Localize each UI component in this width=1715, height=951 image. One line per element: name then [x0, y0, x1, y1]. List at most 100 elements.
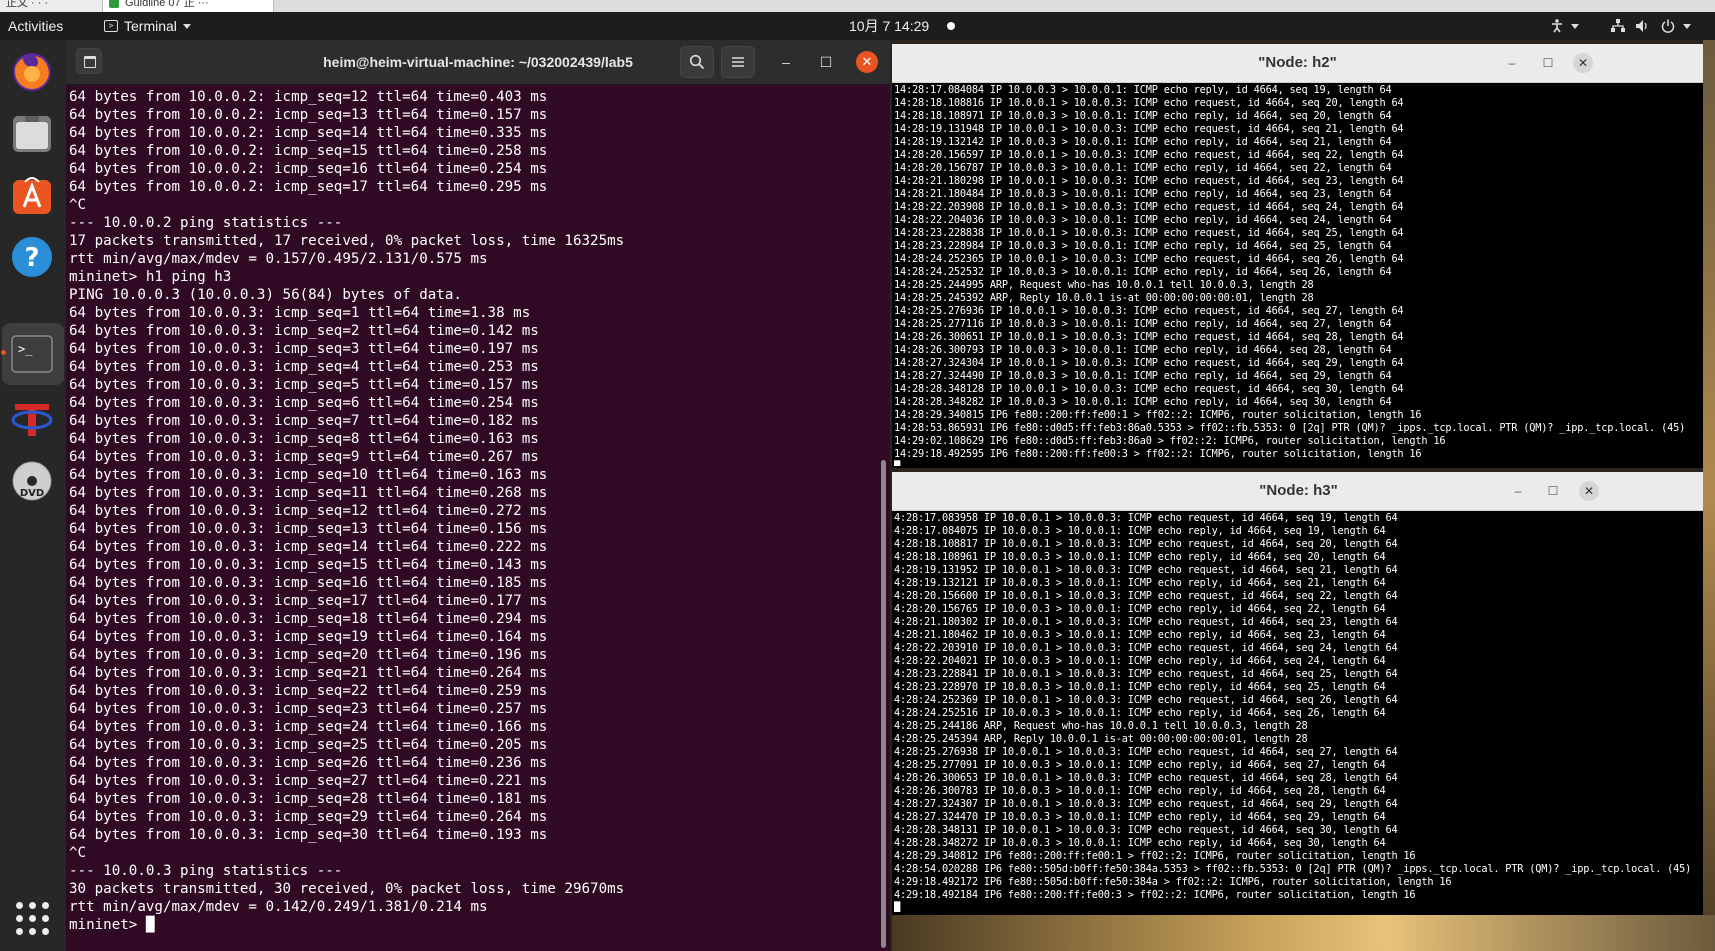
terminal-output[interactable]: 64 bytes from 10.0.0.2: icmp_seq=12 ttl=…: [69, 88, 877, 948]
terminal-line: 64 bytes from 10.0.0.3: icmp_seq=30 ttl=…: [69, 827, 548, 843]
terminal-icon[interactable]: >_: [9, 331, 55, 377]
terminal-line: 4:28:25.245394 ARP, Reply 10.0.0.1 is-at…: [894, 733, 1308, 745]
terminal-line: 4:28:25.244186 ARP, Request who-has 10.0…: [894, 720, 1308, 732]
terminal-line: 64 bytes from 10.0.0.3: icmp_seq=17 ttl=…: [69, 593, 548, 609]
terminal-line: --- 10.0.0.2 ping statistics ---: [69, 215, 343, 231]
maximize-button[interactable]: ☐: [816, 52, 836, 72]
maximize-button[interactable]: ☐: [1543, 481, 1563, 501]
show-applications-icon[interactable]: [16, 902, 49, 935]
minimize-button[interactable]: –: [1508, 481, 1528, 501]
maximize-button[interactable]: ☐: [1538, 53, 1558, 73]
terminal-line: 14:28:25.277116 IP 10.0.0.3 > 10.0.0.1: …: [894, 318, 1392, 330]
system-tray[interactable]: [1525, 12, 1715, 40]
terminal-line: 4:28:27.324470 IP 10.0.0.3 > 10.0.0.1: I…: [894, 811, 1386, 823]
chevron-down-icon[interactable]: [1683, 24, 1691, 29]
accessibility-icon[interactable]: [1551, 19, 1563, 36]
chevron-down-icon[interactable]: [1571, 24, 1579, 29]
activities-button[interactable]: Activities: [8, 12, 63, 40]
terminal-line: 14:28:27.324304 IP 10.0.0.1 > 10.0.0.3: …: [894, 357, 1404, 369]
menu-button[interactable]: [721, 46, 755, 78]
terminal-line: 4:28:22.204021 IP 10.0.0.3 > 10.0.0.1: I…: [894, 655, 1386, 667]
firefox-icon[interactable]: [9, 48, 55, 94]
terminal-line: 4:28:21.180462 IP 10.0.0.3 > 10.0.0.1: I…: [894, 629, 1386, 641]
close-button[interactable]: ✕: [856, 51, 878, 73]
desktop-wallpaper: [1703, 40, 1715, 951]
terminal-line: 64 bytes from 10.0.0.3: icmp_seq=5 ttl=6…: [69, 377, 539, 393]
terminal-line: 4:28:17.083958 IP 10.0.0.1 > 10.0.0.3: I…: [894, 512, 1398, 524]
search-icon: [689, 54, 705, 70]
terminal-line: 64 bytes from 10.0.0.2: icmp_seq=13 ttl=…: [69, 107, 548, 123]
terminal-line: 4:28:19.131952 IP 10.0.0.1 > 10.0.0.3: I…: [894, 564, 1398, 576]
terminal-line: 4:28:24.252516 IP 10.0.0.3 > 10.0.0.1: I…: [894, 707, 1386, 719]
terminal-header-bar[interactable]: heim@heim-virtual-machine: ~/032002439/l…: [66, 40, 890, 85]
terminal-line: 64 bytes from 10.0.0.3: icmp_seq=18 ttl=…: [69, 611, 548, 627]
close-button[interactable]: ✕: [1573, 53, 1593, 73]
node-h3-window[interactable]: "Node: h3" – ☐ ✕ 4:28:17.083958 IP 10.0.…: [892, 472, 1705, 915]
terminal-line: 14:28:26.300651 IP 10.0.0.1 > 10.0.0.3: …: [894, 331, 1404, 343]
terminal-line: 64 bytes from 10.0.0.3: icmp_seq=2 ttl=6…: [69, 323, 539, 339]
terminal-line: 4:28:29.340812 IP6 fe80::200:ff:fe00:1 >…: [894, 850, 1416, 862]
xterm-output[interactable]: 14:28:17.084084 IP 10.0.0.3 > 10.0.0.1: …: [894, 84, 1703, 466]
terminal-line: 64 bytes from 10.0.0.3: icmp_seq=7 ttl=6…: [69, 413, 539, 429]
host-tab-active[interactable]: Guidline 07 正 ···: [102, 0, 274, 12]
svg-text:?: ?: [24, 243, 39, 273]
files-icon[interactable]: [9, 110, 55, 156]
terminal-line: 4:28:19.132121 IP 10.0.0.3 > 10.0.0.1: I…: [894, 577, 1386, 589]
minimize-button[interactable]: –: [1502, 53, 1522, 73]
search-button[interactable]: [680, 46, 714, 78]
terminal-line: █: [894, 902, 900, 912]
terminal-line: 4:28:25.277091 IP 10.0.0.3 > 10.0.0.1: I…: [894, 759, 1386, 771]
minimize-button[interactable]: –: [776, 52, 796, 72]
app-menu[interactable]: > Terminal: [104, 12, 191, 40]
terminal-line: 14:28:22.204036 IP 10.0.0.3 > 10.0.0.1: …: [894, 214, 1392, 226]
terminal-line: 4:29:18.492184 IP6 fe80::200:ff:fe00:3 >…: [894, 889, 1416, 901]
help-icon[interactable]: ?: [9, 234, 55, 280]
terminal-line: 64 bytes from 10.0.0.2: icmp_seq=14 ttl=…: [69, 125, 548, 141]
host-tab-label: Guidline 07 正 ···: [125, 0, 209, 9]
xterm-header-bar[interactable]: "Node: h2" – ☐ ✕: [892, 44, 1703, 83]
new-tab-button[interactable]: [76, 48, 102, 74]
terminal-line: 64 bytes from 10.0.0.3: icmp_seq=15 ttl=…: [69, 557, 548, 573]
terminal-line: 64 bytes from 10.0.0.3: icmp_seq=22 ttl=…: [69, 683, 548, 699]
terminal-line: 64 bytes from 10.0.0.3: icmp_seq=20 ttl=…: [69, 647, 548, 663]
volume-icon[interactable]: [1635, 19, 1649, 36]
top-bar: Activities > Terminal 10月 7 14:29: [0, 12, 1715, 40]
terminal-line: 14:28:24.252365 IP 10.0.0.1 > 10.0.0.3: …: [894, 253, 1404, 265]
terminal-line: 14:29:18.492595 IP6 fe80::200:ff:fe00:3 …: [894, 448, 1422, 460]
terminal-line: 14:28:22.203908 IP 10.0.0.1 > 10.0.0.3: …: [894, 201, 1404, 213]
main-terminal-window[interactable]: heim@heim-virtual-machine: ~/032002439/l…: [66, 40, 890, 951]
terminal-line: 4:28:28.348131 IP 10.0.0.1 > 10.0.0.3: I…: [894, 824, 1398, 836]
node-h2-window[interactable]: "Node: h2" – ☐ ✕ 14:28:17.084084 IP 10.0…: [892, 44, 1703, 468]
texstudio-icon[interactable]: [9, 396, 55, 442]
network-icon[interactable]: [1611, 19, 1625, 36]
terminal-line: 14:28:23.228838 IP 10.0.0.1 > 10.0.0.3: …: [894, 227, 1404, 239]
terminal-line: rtt min/avg/max/mdev = 0.142/0.249/1.381…: [69, 899, 488, 915]
terminal-line: 64 bytes from 10.0.0.2: icmp_seq=16 ttl=…: [69, 161, 548, 177]
software-icon[interactable]: [9, 172, 55, 218]
terminal-line: 4:28:17.084075 IP 10.0.0.3 > 10.0.0.1: I…: [894, 525, 1386, 537]
clock[interactable]: 10月 7 14:29: [849, 12, 929, 40]
dvd-icon[interactable]: DVD: [9, 458, 55, 504]
terminal-line: 14:28:19.132142 IP 10.0.0.3 > 10.0.0.1: …: [894, 136, 1392, 148]
terminal-line: 14:28:26.300793 IP 10.0.0.3 > 10.0.0.1: …: [894, 344, 1392, 356]
terminal-line: 4:28:21.180302 IP 10.0.0.1 > 10.0.0.3: I…: [894, 616, 1398, 628]
close-button[interactable]: ✕: [1579, 481, 1599, 501]
power-icon[interactable]: [1661, 19, 1675, 36]
terminal-line: 64 bytes from 10.0.0.3: icmp_seq=29 ttl=…: [69, 809, 548, 825]
terminal-line: 17 packets transmitted, 17 received, 0% …: [69, 233, 625, 249]
terminal-line: 14:28:28.348282 IP 10.0.0.3 > 10.0.0.1: …: [894, 396, 1392, 408]
scrollbar[interactable]: [881, 460, 886, 948]
terminal-line: 14:28:25.244995 ARP, Request who-has 10.…: [894, 279, 1314, 291]
xterm-header-bar[interactable]: "Node: h3" – ☐ ✕: [892, 472, 1705, 511]
document-icon: [109, 0, 119, 8]
terminal-line: 64 bytes from 10.0.0.3: icmp_seq=28 ttl=…: [69, 791, 548, 807]
terminal-line: 30 packets transmitted, 30 received, 0% …: [69, 881, 625, 897]
terminal-line: 64 bytes from 10.0.0.3: icmp_seq=1 ttl=6…: [69, 305, 531, 321]
running-indicator: [1, 350, 6, 355]
terminal-line: rtt min/avg/max/mdev = 0.157/0.495/2.131…: [69, 251, 488, 267]
terminal-line: 64 bytes from 10.0.0.3: icmp_seq=11 ttl=…: [69, 485, 548, 501]
xterm-output[interactable]: 4:28:17.083958 IP 10.0.0.1 > 10.0.0.3: I…: [894, 512, 1705, 912]
terminal-line: mininet> h1 ping h3: [69, 269, 232, 285]
terminal-line: 4:28:54.020288 IP6 fe80::505d:b0ff:fe50:…: [894, 863, 1692, 875]
host-tab[interactable]: 正文 · · ·: [0, 0, 106, 12]
